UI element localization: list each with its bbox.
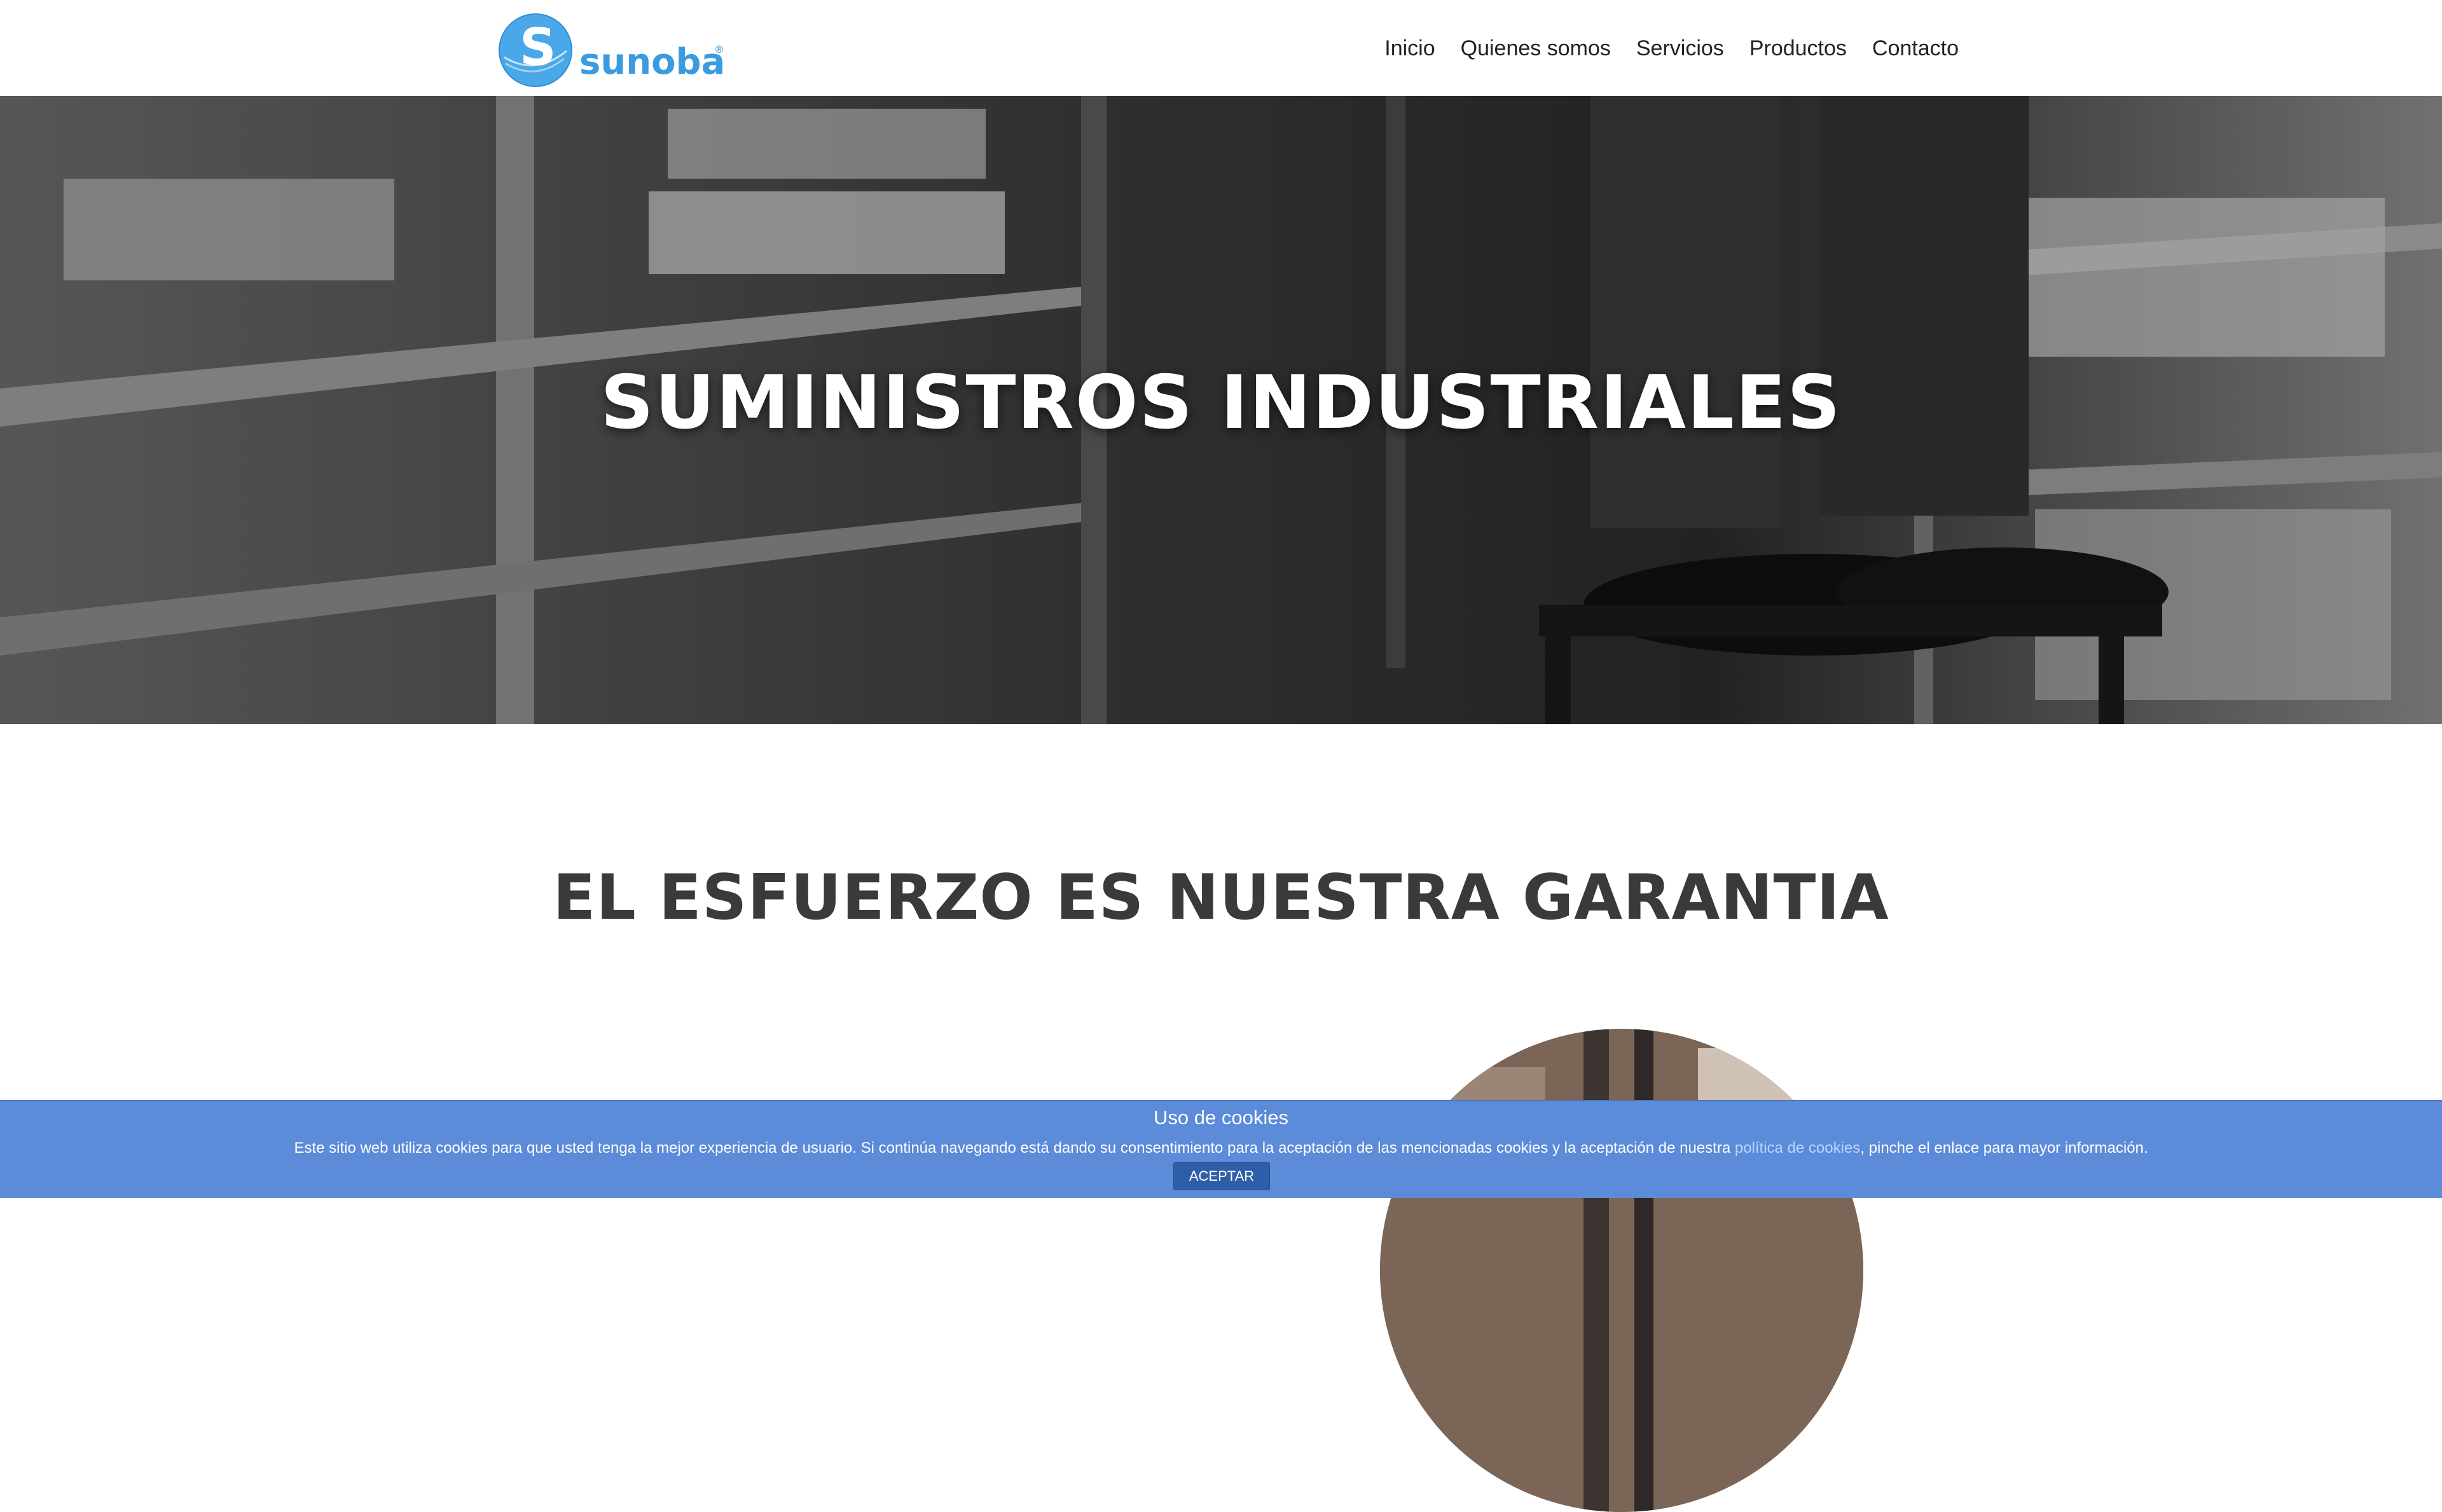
cookie-text-before: Este sitio web utiliza cookies para que … xyxy=(294,1139,1735,1157)
cookie-text: Este sitio web utiliza cookies para que … xyxy=(0,1139,2442,1157)
accept-cookies-button[interactable]: ACEPTAR xyxy=(1173,1162,1270,1190)
nav-item-productos[interactable]: Productos xyxy=(1749,36,1847,61)
section-title: EL ESFUERZO ES NUESTRA GARANTIA xyxy=(553,862,1889,934)
nav-item-servicios[interactable]: Servicios xyxy=(1636,36,1724,61)
svg-text:S: S xyxy=(520,18,556,77)
main-nav: Inicio Quienes somos Servicios Productos… xyxy=(1384,31,1959,66)
cookie-text-after: , pinche el enlace para mayor informació… xyxy=(1860,1139,2148,1157)
nav-item-inicio[interactable]: Inicio xyxy=(1384,36,1435,61)
logo-registered-mark: ® xyxy=(714,43,724,55)
cookie-title: Uso de cookies xyxy=(1154,1106,1288,1129)
nav-item-contacto[interactable]: Contacto xyxy=(1872,36,1959,61)
cookie-banner: Uso de cookies Este sitio web utiliza co… xyxy=(0,1100,2442,1198)
nav-item-quienes-somos[interactable]: Quienes somos xyxy=(1461,36,1611,61)
site-logo[interactable]: S sunoba ® xyxy=(498,13,727,88)
logo-mark-icon: S xyxy=(499,13,572,87)
logo-text: sunoba xyxy=(579,41,726,83)
cookie-policy-link[interactable]: política de cookies xyxy=(1735,1139,1860,1157)
hero-banner: SUMINISTROS INDUSTRIALES xyxy=(0,96,2442,724)
hero-title: SUMINISTROS INDUSTRIALES xyxy=(600,360,1842,446)
site-header: S sunoba ® Inicio Quienes somos Servicio… xyxy=(0,0,2442,96)
